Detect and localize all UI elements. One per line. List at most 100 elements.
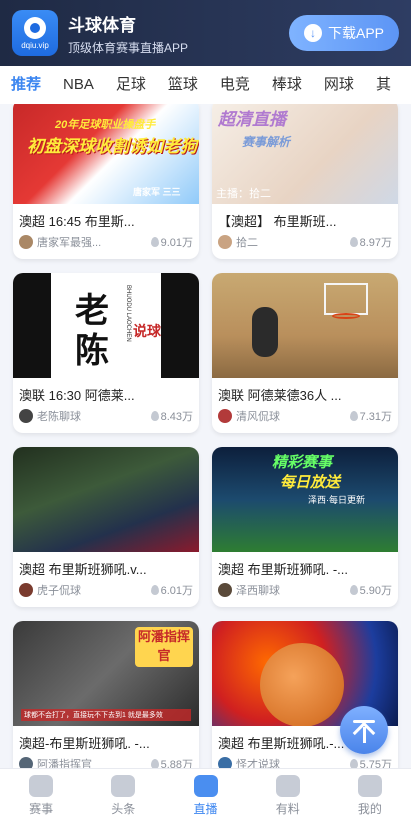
nav-label: 有料	[275, 802, 300, 816]
stream-card[interactable]: 老 陈 说球 BHUODU LAOCHEN 澳联 16:30 阿德莱... 老陈…	[13, 273, 199, 433]
stream-title: 【澳超】 布里斯班...	[218, 214, 337, 229]
stream-thumbnail	[212, 273, 398, 378]
flame-icon	[349, 585, 358, 595]
stream-card[interactable]: 精彩赛事 每日放送 泽西·每日更新 澳超 布里斯班狮吼. -... 泽西聊球 5…	[212, 447, 398, 607]
football-logo-icon	[24, 16, 46, 39]
streamer-name: 阿潘指挥官	[37, 759, 92, 768]
thumbnail-caption: 泽西·每日更新	[308, 495, 365, 505]
app-slogan: 顶级体育赛事直播APP	[68, 40, 189, 55]
streamer-name: 拾二	[236, 237, 258, 249]
streamer-avatar	[19, 409, 33, 423]
player-silhouette-icon	[252, 307, 278, 357]
nav-label: 头条	[111, 802, 136, 816]
stream-card[interactable]: 超清直播 赛事解析 主播：拾二 【澳超】 布里斯班... 拾二 8.97万	[212, 104, 398, 259]
nav-label: 直播	[193, 802, 218, 816]
streamer-avatar	[218, 409, 232, 423]
thumbnail-caption: 唐家军 三三	[133, 187, 181, 197]
thumbnail-caption: 主播：拾二	[216, 188, 271, 200]
tab-basketball[interactable]: 篮球	[157, 66, 209, 104]
thumbnail-border	[161, 273, 199, 378]
stream-card[interactable]: 20年足球职业操盘手 初盘深球收割诱如老狗 唐家军 三三 澳超 16:45 布里…	[13, 104, 199, 259]
tab-other[interactable]: 其	[365, 66, 402, 104]
tab-esports[interactable]: 电竞	[209, 66, 261, 104]
stream-title: 澳超 布里斯班狮吼. -...	[218, 562, 349, 577]
heat-count: 5.90万	[349, 582, 392, 598]
stream-thumbnail: 阿潘指挥官 球都不会打了，直接玩不下去到1 就是最多效	[13, 621, 199, 726]
nav-label: 我的	[357, 802, 382, 816]
stream-card[interactable]: 澳联 阿德莱德36人 ... 清风侃球 7.31万	[212, 273, 398, 433]
stream-meta: 老陈聊球 8.43万	[13, 404, 199, 424]
nav-item-tips[interactable]: 有料	[247, 769, 329, 823]
streamer-avatar	[218, 235, 232, 249]
streamer-name: 怪才说球	[236, 759, 280, 768]
live-tv-icon	[193, 775, 218, 797]
heat-value: 7.31万	[359, 411, 392, 423]
heat-count: 6.01万	[150, 582, 193, 598]
streamer-name: 泽西聊球	[236, 585, 280, 597]
live-stream-feed: 20年足球职业操盘手 初盘深球收割诱如老狗 唐家军 三三 澳超 16:45 布里…	[0, 104, 411, 768]
streamer-name: 老陈聊球	[37, 411, 81, 423]
profile-icon	[357, 775, 382, 797]
basketball-art-icon	[260, 643, 344, 726]
thumbnail-caption: 精彩赛事	[272, 454, 333, 471]
tab-football[interactable]: 足球	[105, 66, 157, 104]
flame-icon	[349, 759, 358, 768]
stream-thumbnail: 老 陈 说球 BHUODU LAOCHEN	[13, 273, 199, 378]
stream-meta: 清风侃球 7.31万	[212, 404, 398, 424]
thumbnail-caption: 20年足球职业操盘手	[55, 119, 156, 131]
news-icon	[111, 775, 136, 797]
bulb-icon	[275, 775, 300, 797]
stream-thumbnail: 20年足球职业操盘手 初盘深球收割诱如老狗 唐家军 三三	[13, 104, 199, 204]
stream-card[interactable]: 澳超 布里斯班狮吼.v... 虎子侃球 6.01万	[13, 447, 199, 607]
streamer-avatar	[19, 583, 33, 597]
download-app-button[interactable]: ↓ 下载APP	[289, 15, 399, 51]
thumbnail-caption: 说球	[133, 323, 161, 339]
heat-count: 7.31万	[349, 408, 392, 424]
heat-count: 5.75万	[349, 756, 392, 768]
stream-thumbnail: 超清直播 赛事解析 主播：拾二	[212, 104, 398, 204]
nav-item-events[interactable]: 赛事	[0, 769, 82, 823]
app-name: 斗球体育	[68, 15, 136, 35]
basketball-hoop-icon	[324, 283, 368, 315]
streamer-name: 虎子侃球	[37, 585, 81, 597]
thumbnail-caption: 陈	[75, 331, 109, 371]
nav-item-headlines[interactable]: 头条	[82, 769, 164, 823]
stream-card[interactable]: 阿潘指挥官 球都不会打了，直接玩不下去到1 就是最多效 澳超-布里斯班狮吼. -…	[13, 621, 199, 768]
thumbnail-caption: 每日放送	[280, 474, 341, 491]
download-icon: ↓	[303, 24, 322, 42]
tab-nba[interactable]: NBA	[52, 66, 105, 104]
back-to-top-button[interactable]	[340, 706, 388, 754]
stream-meta: 唐家军最强... 9.01万	[13, 230, 199, 250]
nav-item-live[interactable]: 直播	[164, 769, 246, 823]
heat-count: 9.01万	[150, 234, 193, 250]
stream-meta: 虎子侃球 6.01万	[13, 578, 199, 598]
streamer-avatar	[218, 583, 232, 597]
stream-meta: 拾二 8.97万	[212, 230, 398, 250]
heat-count: 5.88万	[150, 756, 193, 768]
flame-icon	[349, 237, 358, 247]
thumbnail-caption: 超清直播	[218, 110, 286, 129]
heat-count: 8.97万	[349, 234, 392, 250]
thumbnail-caption: 阿潘指挥官	[135, 627, 193, 667]
stream-thumbnail	[13, 447, 199, 552]
heat-value: 8.43万	[160, 411, 193, 423]
basketball-rim-icon	[332, 313, 360, 319]
tab-baseball[interactable]: 棒球	[261, 66, 313, 104]
stream-title: 澳超-布里斯班狮吼. -...	[19, 736, 150, 751]
thumbnail-border	[13, 273, 51, 378]
tab-tennis[interactable]: 网球	[313, 66, 365, 104]
thumbnail-caption: BHUODU LAOCHEN	[125, 285, 131, 342]
streamer-avatar	[218, 757, 232, 768]
stream-title: 澳联 阿德莱德36人 ...	[218, 388, 342, 403]
nav-item-profile[interactable]: 我的	[329, 769, 411, 823]
flame-icon	[150, 585, 159, 595]
streamer-name: 清风侃球	[236, 411, 280, 423]
stream-title: 澳联 16:30 阿德莱...	[19, 388, 135, 403]
heat-value: 5.75万	[359, 759, 392, 768]
tab-recommend[interactable]: 推荐	[0, 66, 52, 104]
flame-icon	[150, 237, 159, 247]
app-download-banner: dqiu.vip 斗球体育 顶级体育赛事直播APP ↓ 下载APP	[0, 0, 411, 66]
app-info: 斗球体育 顶级体育赛事直播APP	[68, 11, 289, 56]
thumbnail-caption: 赛事解析	[242, 135, 291, 149]
stream-title: 澳超 16:45 布里斯...	[19, 214, 135, 229]
